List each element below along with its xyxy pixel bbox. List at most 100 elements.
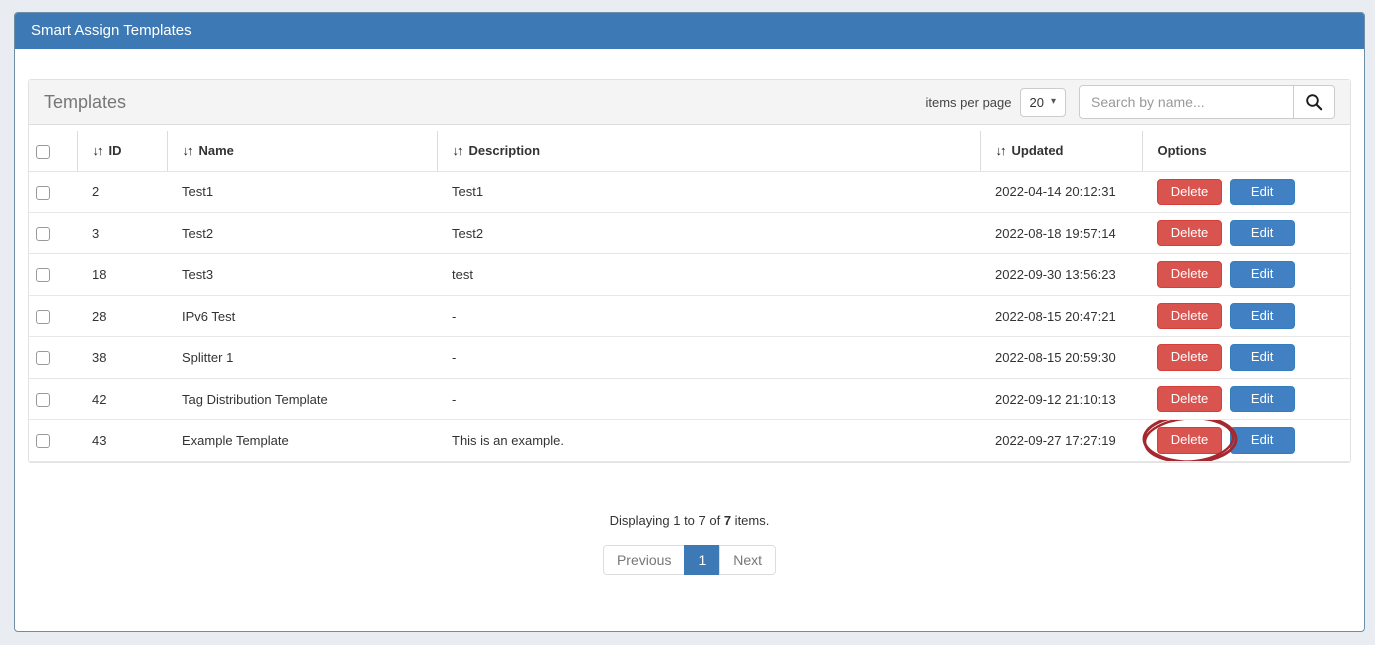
pagination-page-1[interactable]: 1 [684,545,720,575]
table-row: 28 IPv6 Test - 2022-08-15 20:47:21 Delet… [29,295,1350,336]
items-per-page-value: 20 [1030,95,1044,110]
templates-panel-header: Templates items per page 20 ▾ [29,80,1350,125]
cell-description: - [437,295,980,336]
table-row: 38 Splitter 1 - 2022-08-15 20:59:30 Dele… [29,337,1350,378]
cell-id: 3 [77,213,167,254]
cell-name: Test2 [167,213,437,254]
column-header-updated[interactable]: ↓↑ Updated [980,131,1142,171]
cell-id: 38 [77,337,167,378]
card-body: Templates items per page 20 ▾ [15,49,1364,591]
cell-description: Test2 [437,213,980,254]
search-button[interactable] [1294,85,1335,119]
table-toolbar: items per page 20 ▾ [926,85,1336,119]
cell-updated: 2022-04-14 20:12:31 [980,171,1142,212]
items-per-page-label: items per page [926,95,1012,110]
cell-updated: 2022-08-15 20:47:21 [980,295,1142,336]
sort-icon: ↓↑ [183,143,192,158]
delete-button[interactable]: Delete [1157,179,1222,205]
cell-description: - [437,378,980,419]
edit-button[interactable]: Edit [1230,220,1295,246]
search-icon [1305,93,1323,111]
cell-updated: 2022-08-18 19:57:14 [980,213,1142,254]
column-label-description: Description [469,143,541,158]
pagination: Previous 1 Next [603,545,776,575]
cell-name: Example Template [167,420,437,461]
caret-down-icon: ▾ [1051,97,1056,107]
page-title: Smart Assign Templates [31,22,192,39]
results-summary: Displaying 1 to 7 of 7 items. [28,513,1351,528]
delete-button[interactable]: Delete [1157,303,1222,329]
cell-updated: 2022-09-27 17:27:19 [980,420,1142,461]
search-group [1079,85,1335,119]
edit-button[interactable]: Edit [1230,303,1295,329]
card-header: Smart Assign Templates [15,13,1364,49]
summary-suffix: items. [731,513,769,528]
table-header-row: ↓↑ ID ↓↑ Name ↓↑ Description ↓↑ Updated [29,131,1350,171]
search-input[interactable] [1079,85,1294,119]
pagination-previous[interactable]: Previous [603,545,685,575]
smart-assign-templates-card: Smart Assign Templates Templates items p… [14,12,1365,632]
panel-title: Templates [44,92,126,113]
sort-icon: ↓↑ [93,143,102,158]
cell-updated: 2022-08-15 20:59:30 [980,337,1142,378]
delete-button[interactable]: Delete [1157,386,1222,412]
cell-id: 28 [77,295,167,336]
cell-description: - [437,337,980,378]
cell-id: 2 [77,171,167,212]
sort-icon: ↓↑ [453,143,462,158]
table-row: 42 Tag Distribution Template - 2022-09-1… [29,378,1350,419]
delete-button[interactable]: Delete [1157,220,1222,246]
select-all-checkbox[interactable] [36,145,50,159]
row-checkbox[interactable] [36,227,50,241]
delete-button[interactable]: Delete [1157,261,1222,287]
cell-name: Test1 [167,171,437,212]
table-row: 2 Test1 Test1 2022-04-14 20:12:31 Delete… [29,171,1350,212]
cell-description: This is an example. [437,420,980,461]
column-header-options: Options [1142,131,1350,171]
edit-button[interactable]: Edit [1230,427,1295,453]
row-checkbox[interactable] [36,186,50,200]
row-checkbox[interactable] [36,434,50,448]
sort-icon: ↓↑ [996,143,1005,158]
cell-name: IPv6 Test [167,295,437,336]
column-header-name[interactable]: ↓↑ Name [167,131,437,171]
cell-updated: 2022-09-12 21:10:13 [980,378,1142,419]
cell-id: 42 [77,378,167,419]
table-row: 18 Test3 test 2022-09-30 13:56:23 Delete… [29,254,1350,295]
delete-button[interactable]: Delete [1157,344,1222,370]
edit-button[interactable]: Edit [1230,344,1295,370]
column-header-id[interactable]: ↓↑ ID [77,131,167,171]
edit-button[interactable]: Edit [1230,386,1295,412]
cell-description: Test1 [437,171,980,212]
column-label-id: ID [109,143,122,158]
row-checkbox[interactable] [36,268,50,282]
edit-button[interactable]: Edit [1230,261,1295,287]
cell-name: Tag Distribution Template [167,378,437,419]
column-label-name: Name [199,143,234,158]
cell-name: Splitter 1 [167,337,437,378]
table-row: 43 Example Template This is an example. … [29,420,1350,461]
column-label-updated: Updated [1012,143,1064,158]
cell-id: 18 [77,254,167,295]
templates-table-container: ↓↑ ID ↓↑ Name ↓↑ Description ↓↑ Updated [29,125,1350,462]
cell-updated: 2022-09-30 13:56:23 [980,254,1142,295]
delete-button[interactable]: Delete [1157,427,1222,453]
templates-table: ↓↑ ID ↓↑ Name ↓↑ Description ↓↑ Updated [29,131,1350,462]
pagination-next[interactable]: Next [719,545,776,575]
header-select-all [29,131,77,171]
cell-id: 43 [77,420,167,461]
table-footer: Displaying 1 to 7 of 7 items. Previous 1… [28,513,1351,591]
cell-name: Test3 [167,254,437,295]
row-checkbox[interactable] [36,310,50,324]
column-header-description[interactable]: ↓↑ Description [437,131,980,171]
edit-button[interactable]: Edit [1230,179,1295,205]
summary-prefix: Displaying 1 to 7 of [610,513,724,528]
row-checkbox[interactable] [36,351,50,365]
column-label-options: Options [1158,143,1207,158]
cell-description: test [437,254,980,295]
row-checkbox[interactable] [36,393,50,407]
table-row: 3 Test2 Test2 2022-08-18 19:57:14 Delete… [29,213,1350,254]
templates-panel: Templates items per page 20 ▾ [28,79,1351,463]
summary-total: 7 [724,513,731,528]
items-per-page-select[interactable]: 20 ▾ [1020,88,1067,117]
